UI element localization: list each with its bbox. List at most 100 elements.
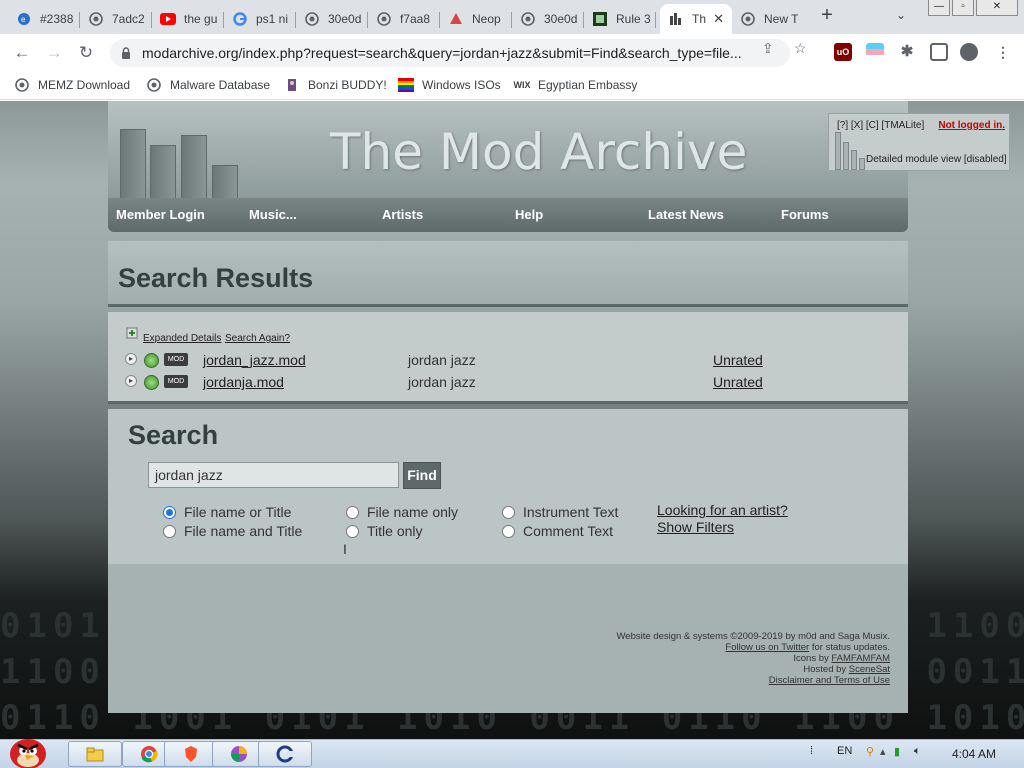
radio-file-name-only[interactable]: File name only bbox=[346, 504, 458, 520]
forward-arrow-icon[interactable]: → bbox=[44, 43, 64, 63]
new-tab-button[interactable]: + bbox=[817, 5, 837, 26]
google-icon bbox=[232, 11, 248, 27]
language-indicator[interactable]: EN bbox=[837, 745, 852, 757]
ublock-extension-icon[interactable]: uO bbox=[834, 43, 852, 61]
chrome-icon bbox=[740, 11, 756, 27]
disclaimer-link[interactable]: Disclaimer and Terms of Use bbox=[769, 675, 890, 686]
radio-dot[interactable] bbox=[346, 505, 359, 519]
file-name-link[interactable]: jordanja.mod bbox=[203, 374, 284, 390]
close-tab-icon[interactable]: ✕ bbox=[713, 11, 724, 27]
text-cursor-icon: I bbox=[343, 541, 347, 557]
radio-file-name-or-title[interactable]: File name or Title bbox=[163, 504, 291, 520]
rating-link[interactable]: Unrated bbox=[713, 374, 763, 390]
radio-comment-text[interactable]: Comment Text bbox=[502, 523, 613, 539]
url-text[interactable]: modarchive.org/index.php?request=search&… bbox=[142, 45, 747, 61]
play-icon[interactable]: ▸ bbox=[125, 375, 137, 387]
side-panel-icon[interactable] bbox=[930, 43, 948, 61]
radio-label: Instrument Text bbox=[523, 504, 619, 520]
looking-for-artist-link[interactable]: Looking for an artist? bbox=[657, 502, 788, 518]
find-button[interactable]: Find bbox=[403, 462, 441, 489]
nav-member-login[interactable]: Member Login bbox=[116, 207, 205, 222]
lock-icon[interactable] bbox=[120, 47, 132, 59]
share-icon[interactable]: ⇪ bbox=[762, 40, 774, 57]
search-tray-icon[interactable]: ⚲ bbox=[866, 745, 874, 758]
windows-flag-icon bbox=[398, 77, 414, 93]
bookmark-malware-db[interactable]: Malware Database bbox=[146, 77, 270, 93]
tab-5-title: f7aa8 bbox=[400, 12, 431, 26]
taskbar-explorer-button[interactable] bbox=[68, 741, 122, 767]
tab-0[interactable]: e #2388 bbox=[8, 4, 80, 34]
modarchive-site: The Mod Archive [?] [X] [C] [TMALite] No… bbox=[108, 101, 1010, 713]
show-hidden-icons-icon[interactable]: ▴ bbox=[880, 745, 886, 758]
radio-dot[interactable] bbox=[163, 505, 176, 519]
radio-dot[interactable] bbox=[163, 524, 176, 538]
not-logged-in-link[interactable]: Not logged in. bbox=[938, 120, 1005, 131]
site-title[interactable]: The Mod Archive bbox=[330, 123, 747, 181]
tab-6[interactable]: Neop bbox=[440, 4, 512, 34]
site-footer: Website design & systems ©2009-2019 by m… bbox=[108, 564, 908, 713]
page-viewport: 0101 1010 0011 0110 1001 0110 0101 1100 … bbox=[0, 101, 1024, 739]
nav-help[interactable]: Help bbox=[515, 207, 543, 222]
tab-8[interactable]: Rule 3 bbox=[584, 4, 656, 34]
tab-10[interactable]: New T bbox=[732, 4, 804, 34]
back-arrow-icon[interactable]: ← bbox=[12, 43, 32, 63]
twitter-link[interactable]: Follow us on Twitter bbox=[725, 642, 809, 653]
brave-icon bbox=[185, 746, 197, 762]
bookmark-windows-isos[interactable]: Windows ISOs bbox=[398, 77, 501, 93]
expand-details-icon[interactable] bbox=[125, 326, 138, 339]
tab-4[interactable]: 30e0d bbox=[296, 4, 368, 34]
chrome-icon bbox=[141, 746, 158, 763]
play-icon[interactable]: ▸ bbox=[125, 353, 137, 365]
show-filters-link[interactable]: Show Filters bbox=[657, 519, 734, 535]
logo-bar bbox=[150, 145, 176, 201]
expanded-details-link[interactable]: Expanded Details bbox=[143, 333, 221, 344]
radio-dot[interactable] bbox=[502, 524, 515, 538]
start-button-angry-bird-icon[interactable] bbox=[2, 732, 50, 768]
radio-file-name-and-title[interactable]: File name and Title bbox=[163, 523, 302, 539]
bookmark-memz[interactable]: MEMZ Download bbox=[14, 77, 130, 93]
bookmark-star-icon[interactable]: ☆ bbox=[794, 40, 807, 57]
module-view-toggle[interactable]: Detailed module view [disabled] bbox=[866, 154, 1007, 165]
tab-3[interactable]: ps1 ni bbox=[224, 4, 296, 34]
maximize-button[interactable]: ▫ bbox=[952, 0, 974, 16]
taskbar-brave-button[interactable] bbox=[164, 741, 218, 767]
volume-icon[interactable]: 🔈︎ bbox=[914, 745, 921, 758]
nav-latest-news[interactable]: Latest News bbox=[648, 207, 724, 222]
scenesat-link[interactable]: SceneSat bbox=[849, 664, 890, 675]
tab-1[interactable]: 7adc2 bbox=[80, 4, 152, 34]
file-name-link[interactable]: jordan_jazz.mod bbox=[203, 352, 306, 368]
rating-link[interactable]: Unrated bbox=[713, 352, 763, 368]
address-bar[interactable]: modarchive.org/index.php?request=search&… bbox=[110, 39, 790, 67]
tab-5[interactable]: f7aa8 bbox=[368, 4, 440, 34]
puzzle-extensions-icon[interactable]: ✱ bbox=[898, 43, 916, 61]
radio-label: Title only bbox=[367, 523, 423, 539]
tab-7[interactable]: 30e0d bbox=[512, 4, 584, 34]
nav-forums[interactable]: Forums bbox=[781, 207, 829, 222]
radio-dot[interactable] bbox=[502, 505, 515, 519]
famfamfam-link[interactable]: FAMFAMFAM bbox=[831, 653, 890, 664]
radio-instrument-text[interactable]: Instrument Text bbox=[502, 504, 618, 520]
minimize-button[interactable]: — bbox=[928, 0, 950, 16]
search-again-link[interactable]: Search Again? bbox=[225, 333, 290, 344]
globe-icon bbox=[14, 77, 30, 93]
radio-dot[interactable] bbox=[346, 524, 359, 538]
menu-kebab-icon[interactable]: ⋮ bbox=[994, 43, 1012, 61]
bookmark-egyptian-embassy[interactable]: WIX Egyptian Embassy bbox=[514, 77, 638, 93]
nav-artists[interactable]: Artists bbox=[382, 207, 423, 222]
taskbar-app-button[interactable] bbox=[258, 741, 312, 767]
tab-2[interactable]: the gu bbox=[152, 4, 224, 34]
battery-icon[interactable]: ▮ bbox=[894, 745, 900, 758]
profile-avatar-icon[interactable] bbox=[960, 43, 978, 61]
clock[interactable]: 4:04 AM bbox=[952, 747, 996, 761]
tab-search-chevron-icon[interactable]: ⌄ bbox=[896, 8, 906, 22]
flag-extension-icon[interactable] bbox=[866, 43, 884, 61]
table-row: ▸ MOD jordanja.mod jordan jazz Unrated bbox=[108, 372, 908, 392]
close-window-button[interactable]: ✕ bbox=[976, 0, 1018, 16]
status-links[interactable]: [?] [X] [C] [TMALite] bbox=[837, 120, 924, 131]
radio-title-only[interactable]: Title only bbox=[346, 523, 423, 539]
search-input[interactable]: jordan jazz bbox=[148, 462, 399, 488]
reload-icon[interactable]: ↻ bbox=[76, 43, 96, 63]
bookmark-bonzi[interactable]: Bonzi BUDDY! bbox=[284, 77, 387, 93]
nav-music[interactable]: Music... bbox=[249, 207, 297, 222]
tab-9-active[interactable]: Th ✕ bbox=[660, 4, 732, 34]
